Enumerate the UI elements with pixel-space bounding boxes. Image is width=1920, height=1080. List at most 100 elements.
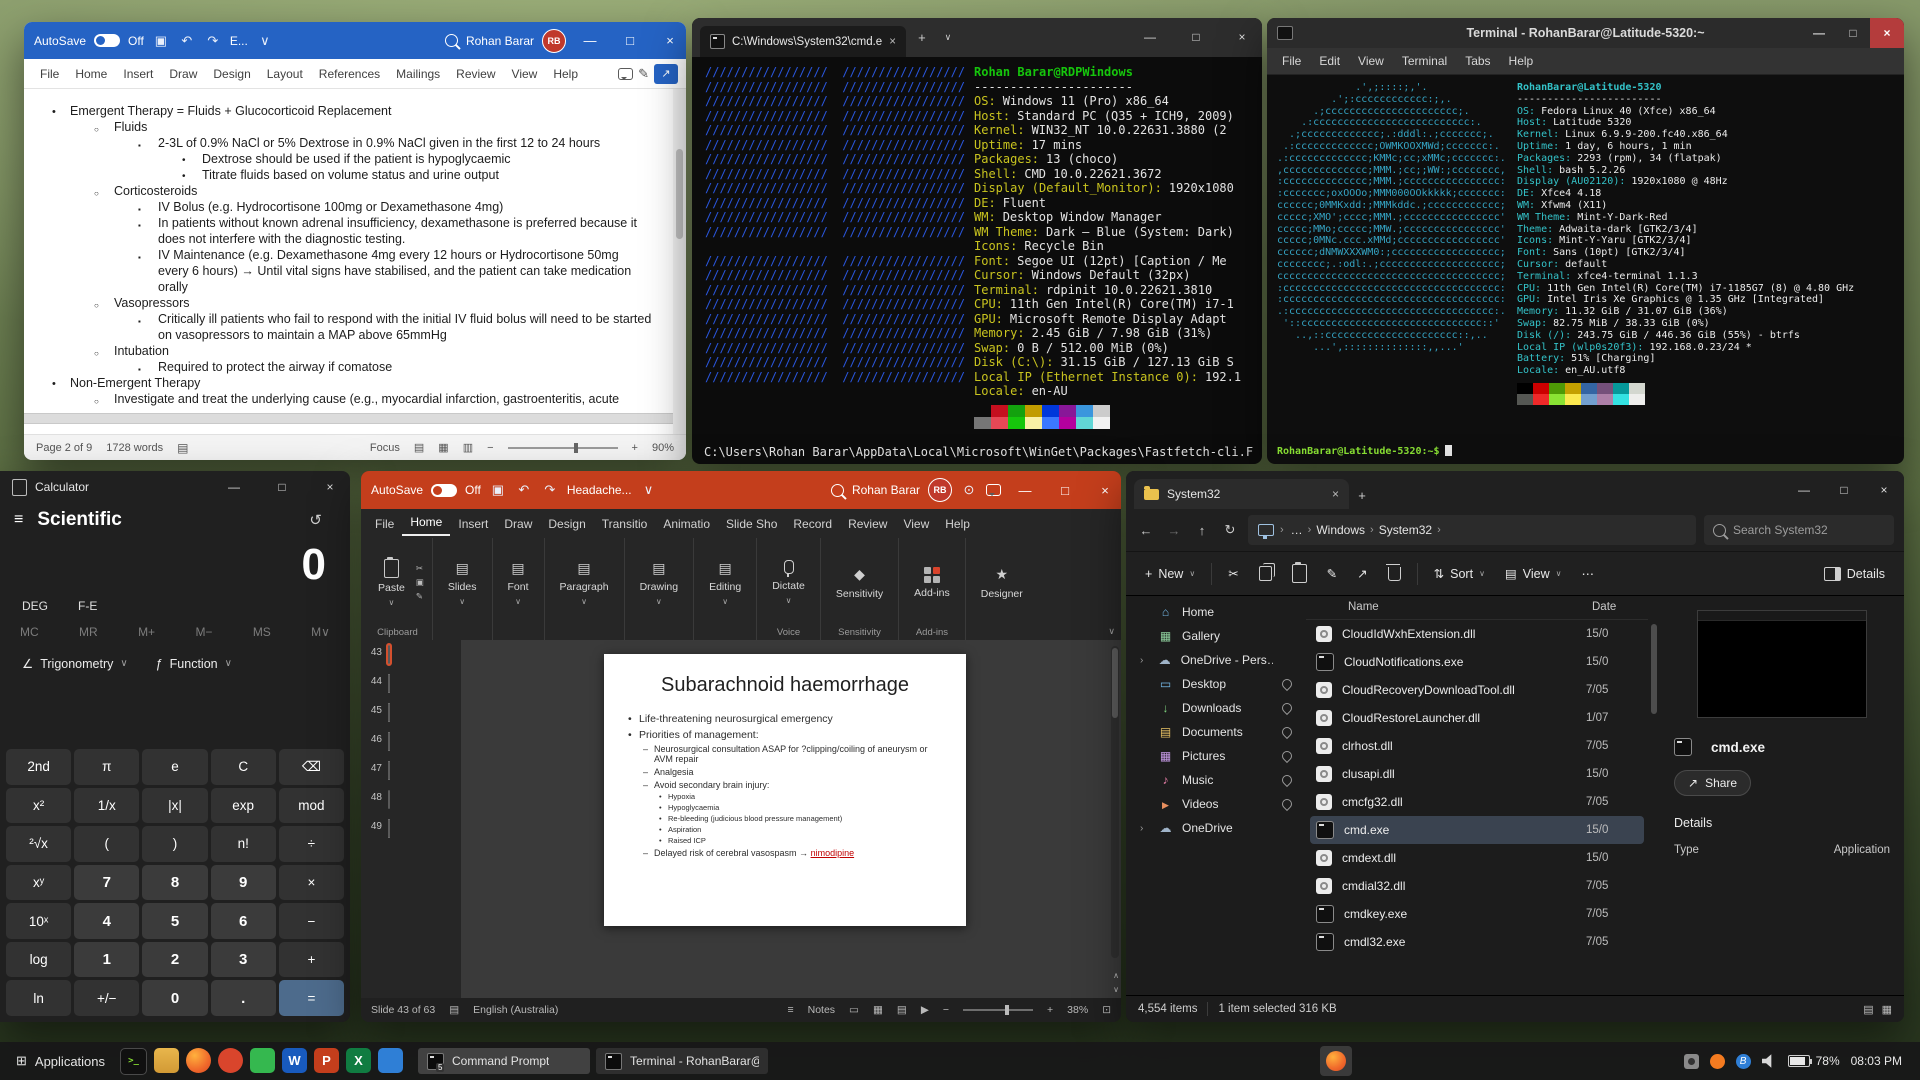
ribbon-tab[interactable]: Review [448, 63, 503, 85]
volume-icon[interactable] [1761, 1054, 1772, 1068]
autosave-toggle[interactable] [431, 483, 458, 497]
screenshot-tray-icon[interactable] [1683, 1053, 1699, 1069]
breadcrumb[interactable]: › … › Windows › System32 › [1248, 515, 1696, 545]
ribbon-tab[interactable]: File [367, 512, 402, 536]
sidebar-item[interactable]: › Desktop [1132, 672, 1300, 696]
calc-key[interactable]: log [6, 941, 72, 978]
menu-item[interactable]: Terminal [1393, 51, 1456, 71]
ribbon-tab[interactable]: Help [937, 512, 978, 536]
calc-key[interactable]: |x| [142, 787, 208, 824]
menu-item[interactable]: File [1273, 51, 1310, 71]
sort-button[interactable]: ⇅ Sort ∨ [1425, 560, 1494, 587]
close-button[interactable]: × [310, 471, 350, 503]
maximize-button[interactable]: □ [614, 22, 646, 59]
ribbon-tab[interactable]: Design [205, 63, 258, 85]
print-layout-icon[interactable]: ▦ [438, 441, 448, 454]
comments-icon[interactable] [986, 484, 1001, 496]
ribbon-tab[interactable]: Design [540, 512, 593, 536]
calc-key[interactable]: 1 [74, 941, 140, 978]
word-count[interactable]: 1728 words [106, 442, 163, 454]
calc-key[interactable]: 2 [142, 941, 208, 978]
calc-key[interactable]: ⌫ [278, 749, 344, 785]
focus-button[interactable]: Focus [370, 442, 400, 454]
close-button[interactable]: × [654, 22, 686, 59]
copy-icon[interactable]: ▣ [416, 577, 424, 588]
zoom-slider-thumb[interactable] [573, 442, 578, 453]
calc-key[interactable]: + [278, 941, 344, 978]
launcher-icon[interactable] [154, 1047, 180, 1073]
avatar[interactable]: RB [928, 478, 952, 502]
calc-key[interactable]: × [278, 864, 344, 901]
document-name[interactable]: Headache... [567, 483, 632, 497]
calc-key[interactable]: . [210, 980, 276, 1016]
expand-chevron-icon[interactable]: › [1140, 823, 1149, 834]
designer-button[interactable]: ★ Designer [974, 562, 1030, 604]
slide-thumbnail[interactable]: 48 [367, 790, 461, 809]
calc-key[interactable]: x² [6, 787, 72, 824]
ribbon-tab[interactable]: Record [785, 512, 840, 536]
zoom-in-button[interactable]: + [632, 442, 638, 454]
large-icons-view-icon[interactable]: ▦ [1882, 1003, 1892, 1016]
minimize-button[interactable]: — [1784, 471, 1824, 509]
new-tab-button[interactable]: + [1349, 488, 1375, 509]
shell-prompt[interactable]: RohanBarar@Latitude-5320:~$ [1277, 445, 1452, 458]
tab-close-icon[interactable]: × [1332, 487, 1339, 501]
details-view-icon[interactable]: ▤ [1863, 1003, 1873, 1016]
sensitivity-button[interactable]: ◆ Sensitivity [829, 562, 890, 604]
calc-key[interactable]: +/− [74, 980, 140, 1016]
notes-button[interactable]: Notes [808, 1004, 835, 1016]
ribbon-tab[interactable]: Mailings [388, 63, 448, 85]
date-column-header[interactable]: Date [1592, 601, 1648, 613]
maximize-button[interactable]: □ [1176, 18, 1216, 57]
calc-key[interactable]: 10ˣ [6, 903, 72, 939]
rename-button[interactable]: ✎ [1318, 560, 1346, 587]
ribbon-group-button[interactable]: ▤ Paragraph ∨ [553, 555, 616, 610]
tab-dropdown-icon[interactable]: ∨ [938, 32, 958, 43]
ribbon-tab[interactable]: Home [402, 510, 451, 536]
close-button[interactable]: × [1089, 472, 1121, 509]
memory-button[interactable]: MS [253, 625, 271, 639]
slide-indicator[interactable]: Slide 43 of 63 [371, 1004, 435, 1016]
maximize-button[interactable]: □ [262, 471, 302, 503]
file-row[interactable]: cmdkey.exe 7/05 [1310, 900, 1644, 928]
slide-thumbnail[interactable]: 43 [367, 643, 461, 666]
new-tab-button[interactable]: + [912, 30, 932, 45]
paste-button[interactable]: Paste ∨ [371, 555, 412, 611]
copy-button[interactable] [1250, 560, 1281, 587]
slide-title[interactable]: Subarachnoid haemorrhage [604, 654, 966, 697]
ribbon-tab[interactable]: Help [545, 63, 586, 85]
zoom-level[interactable]: 38% [1067, 1004, 1088, 1016]
ribbon-tab[interactable]: Draw [161, 63, 205, 85]
maximize-button[interactable]: □ [1836, 18, 1870, 48]
undo-icon[interactable]: ↶ [515, 482, 533, 498]
calc-key[interactable]: n! [210, 826, 276, 862]
zoom-out-button[interactable]: − [487, 442, 493, 454]
file-row[interactable]: clrhost.dll 7/05 [1310, 732, 1644, 760]
slideshow-icon[interactable]: ▶ [921, 1004, 929, 1016]
calc-key[interactable]: π [74, 749, 140, 785]
avatar[interactable]: RB [542, 28, 566, 53]
more-options-button[interactable]: ⋯ [1572, 560, 1603, 587]
ribbon-group-button[interactable]: ▤ Font ∨ [501, 555, 536, 610]
expand-chevron-icon[interactable]: › [1140, 655, 1149, 666]
details-pane-button[interactable]: Details [1815, 561, 1894, 587]
file-row[interactable]: cmdext.dll 15/0 [1310, 844, 1644, 872]
up-button[interactable]: ↑ [1192, 523, 1212, 538]
page-indicator[interactable]: Page 2 of 9 [36, 442, 92, 454]
menu-item[interactable]: Tabs [1456, 51, 1499, 71]
ribbon-tab[interactable]: Animatio [655, 512, 718, 536]
file-row[interactable]: CloudRestoreLauncher.dll 1/07 [1310, 704, 1644, 732]
share-button[interactable]: ↗ Share [1674, 770, 1752, 796]
file-row[interactable]: cmdl32.exe 7/05 [1310, 928, 1644, 956]
launcher-icon[interactable] [250, 1047, 276, 1073]
deg-button[interactable]: DEG [22, 599, 48, 613]
file-row[interactable]: cmd.exe 15/0 [1310, 816, 1644, 844]
view-button[interactable]: ▤ View ∨ [1496, 560, 1571, 587]
tab-close-icon[interactable]: × [889, 36, 896, 48]
cut-icon[interactable]: ✂ [416, 563, 424, 574]
search-icon[interactable] [830, 483, 844, 497]
applications-menu-button[interactable]: ⊞ Applications [8, 1049, 113, 1073]
autosave-toggle[interactable] [94, 34, 121, 47]
calc-key[interactable]: mod [278, 787, 344, 824]
minimize-button[interactable]: — [214, 471, 254, 503]
